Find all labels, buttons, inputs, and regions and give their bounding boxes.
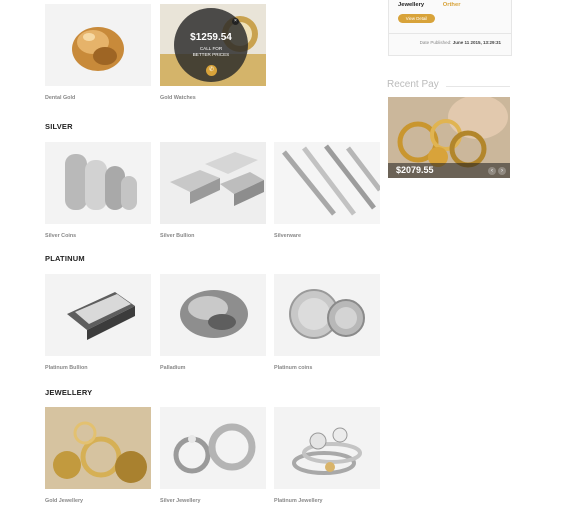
product-caption[interactable]: Silver Bullion — [160, 233, 266, 239]
silver-bullion-image[interactable] — [160, 142, 266, 224]
silver-jewellery-image[interactable] — [160, 407, 266, 489]
phone-icon[interactable]: ✆ — [206, 65, 217, 76]
tag-jewellery[interactable]: Jewellery — [398, 2, 424, 8]
product-caption[interactable]: Platinum Bullion — [45, 365, 151, 371]
product-card-gold-watches[interactable]: × $1259.54 CALL FOR BETTER PRICES ✆ Gold… — [160, 4, 266, 101]
recent-pay-caption-bar: $2079.55 ‹ › — [388, 163, 510, 178]
product-card-silverware[interactable]: Silverware — [274, 142, 380, 239]
platinum-jewellery-image[interactable] — [274, 407, 380, 489]
date-published: Date Published: June 11 2015, 13:29:31 — [420, 40, 501, 45]
product-caption[interactable]: Silverware — [274, 233, 380, 239]
sidebar-detail-box: Jewellery Orther View Detail Date Publis… — [388, 0, 512, 56]
product-card-silver-jewellery[interactable]: Silver Jewellery — [160, 407, 266, 504]
price-overlay: × $1259.54 CALL FOR BETTER PRICES ✆ — [174, 8, 248, 82]
section-title-platinum: PLATINUM — [45, 254, 85, 263]
palladium-image[interactable] — [160, 274, 266, 356]
gold-jewellery-image[interactable] — [45, 407, 151, 489]
chevron-right-icon[interactable]: › — [498, 167, 506, 175]
product-caption[interactable]: Gold Jewellery — [45, 498, 151, 504]
product-card-palladium[interactable]: Palladium — [160, 274, 266, 371]
product-card-platinum-jewellery[interactable]: Platinum Jewellery — [274, 407, 380, 504]
product-card-platinum-bullion[interactable]: Platinum Bullion — [45, 274, 151, 371]
platinum-bullion-image[interactable] — [45, 274, 151, 356]
dental-gold-image[interactable] — [45, 4, 151, 86]
tag-list: Jewellery Orther — [398, 2, 460, 8]
chevron-left-icon[interactable]: ‹ — [488, 167, 496, 175]
recent-pay-title: Recent Pay — [387, 79, 439, 90]
recent-pay-price: $2079.55 — [396, 165, 434, 175]
product-card-silver-coins[interactable]: Silver Coins — [45, 142, 151, 239]
product-card-platinum-coins[interactable]: Platinum coins — [274, 274, 380, 371]
recent-pay-slide[interactable]: $2079.55 ‹ › — [388, 97, 510, 178]
product-card-dental-gold[interactable]: Dental Gold — [45, 4, 151, 101]
product-caption[interactable]: Gold Watches — [160, 95, 266, 101]
section-title-silver: SILVER — [45, 122, 73, 131]
product-caption[interactable]: Silver Coins — [45, 233, 151, 239]
gold-watches-image[interactable]: × $1259.54 CALL FOR BETTER PRICES ✆ — [160, 4, 266, 86]
product-caption[interactable]: Palladium — [160, 365, 266, 371]
platinum-coins-image[interactable] — [274, 274, 380, 356]
price-amount: $1259.54 — [190, 32, 232, 43]
silverware-image[interactable] — [274, 142, 380, 224]
silver-coins-image[interactable] — [45, 142, 151, 224]
recent-pay-divider — [446, 86, 510, 87]
view-detail-button[interactable]: View Detail — [398, 14, 435, 23]
date-label: Date Published: — [419, 40, 452, 45]
product-caption[interactable]: Silver Jewellery — [160, 498, 266, 504]
product-card-gold-jewellery[interactable]: Gold Jewellery — [45, 407, 151, 504]
product-caption[interactable]: Platinum Jewellery — [274, 498, 380, 504]
product-card-silver-bullion[interactable]: Silver Bullion — [160, 142, 266, 239]
divider — [389, 33, 511, 34]
close-icon[interactable]: × — [232, 18, 239, 25]
product-caption[interactable]: Dental Gold — [45, 95, 151, 101]
tag-orther[interactable]: Orther — [443, 2, 461, 8]
section-title-jewellery: JEWELLERY — [45, 388, 93, 397]
product-caption[interactable]: Platinum coins — [274, 365, 380, 371]
date-value: June 11 2015, 13:29:31 — [452, 40, 501, 45]
call-text-line2: BETTER PRICES — [192, 51, 230, 57]
